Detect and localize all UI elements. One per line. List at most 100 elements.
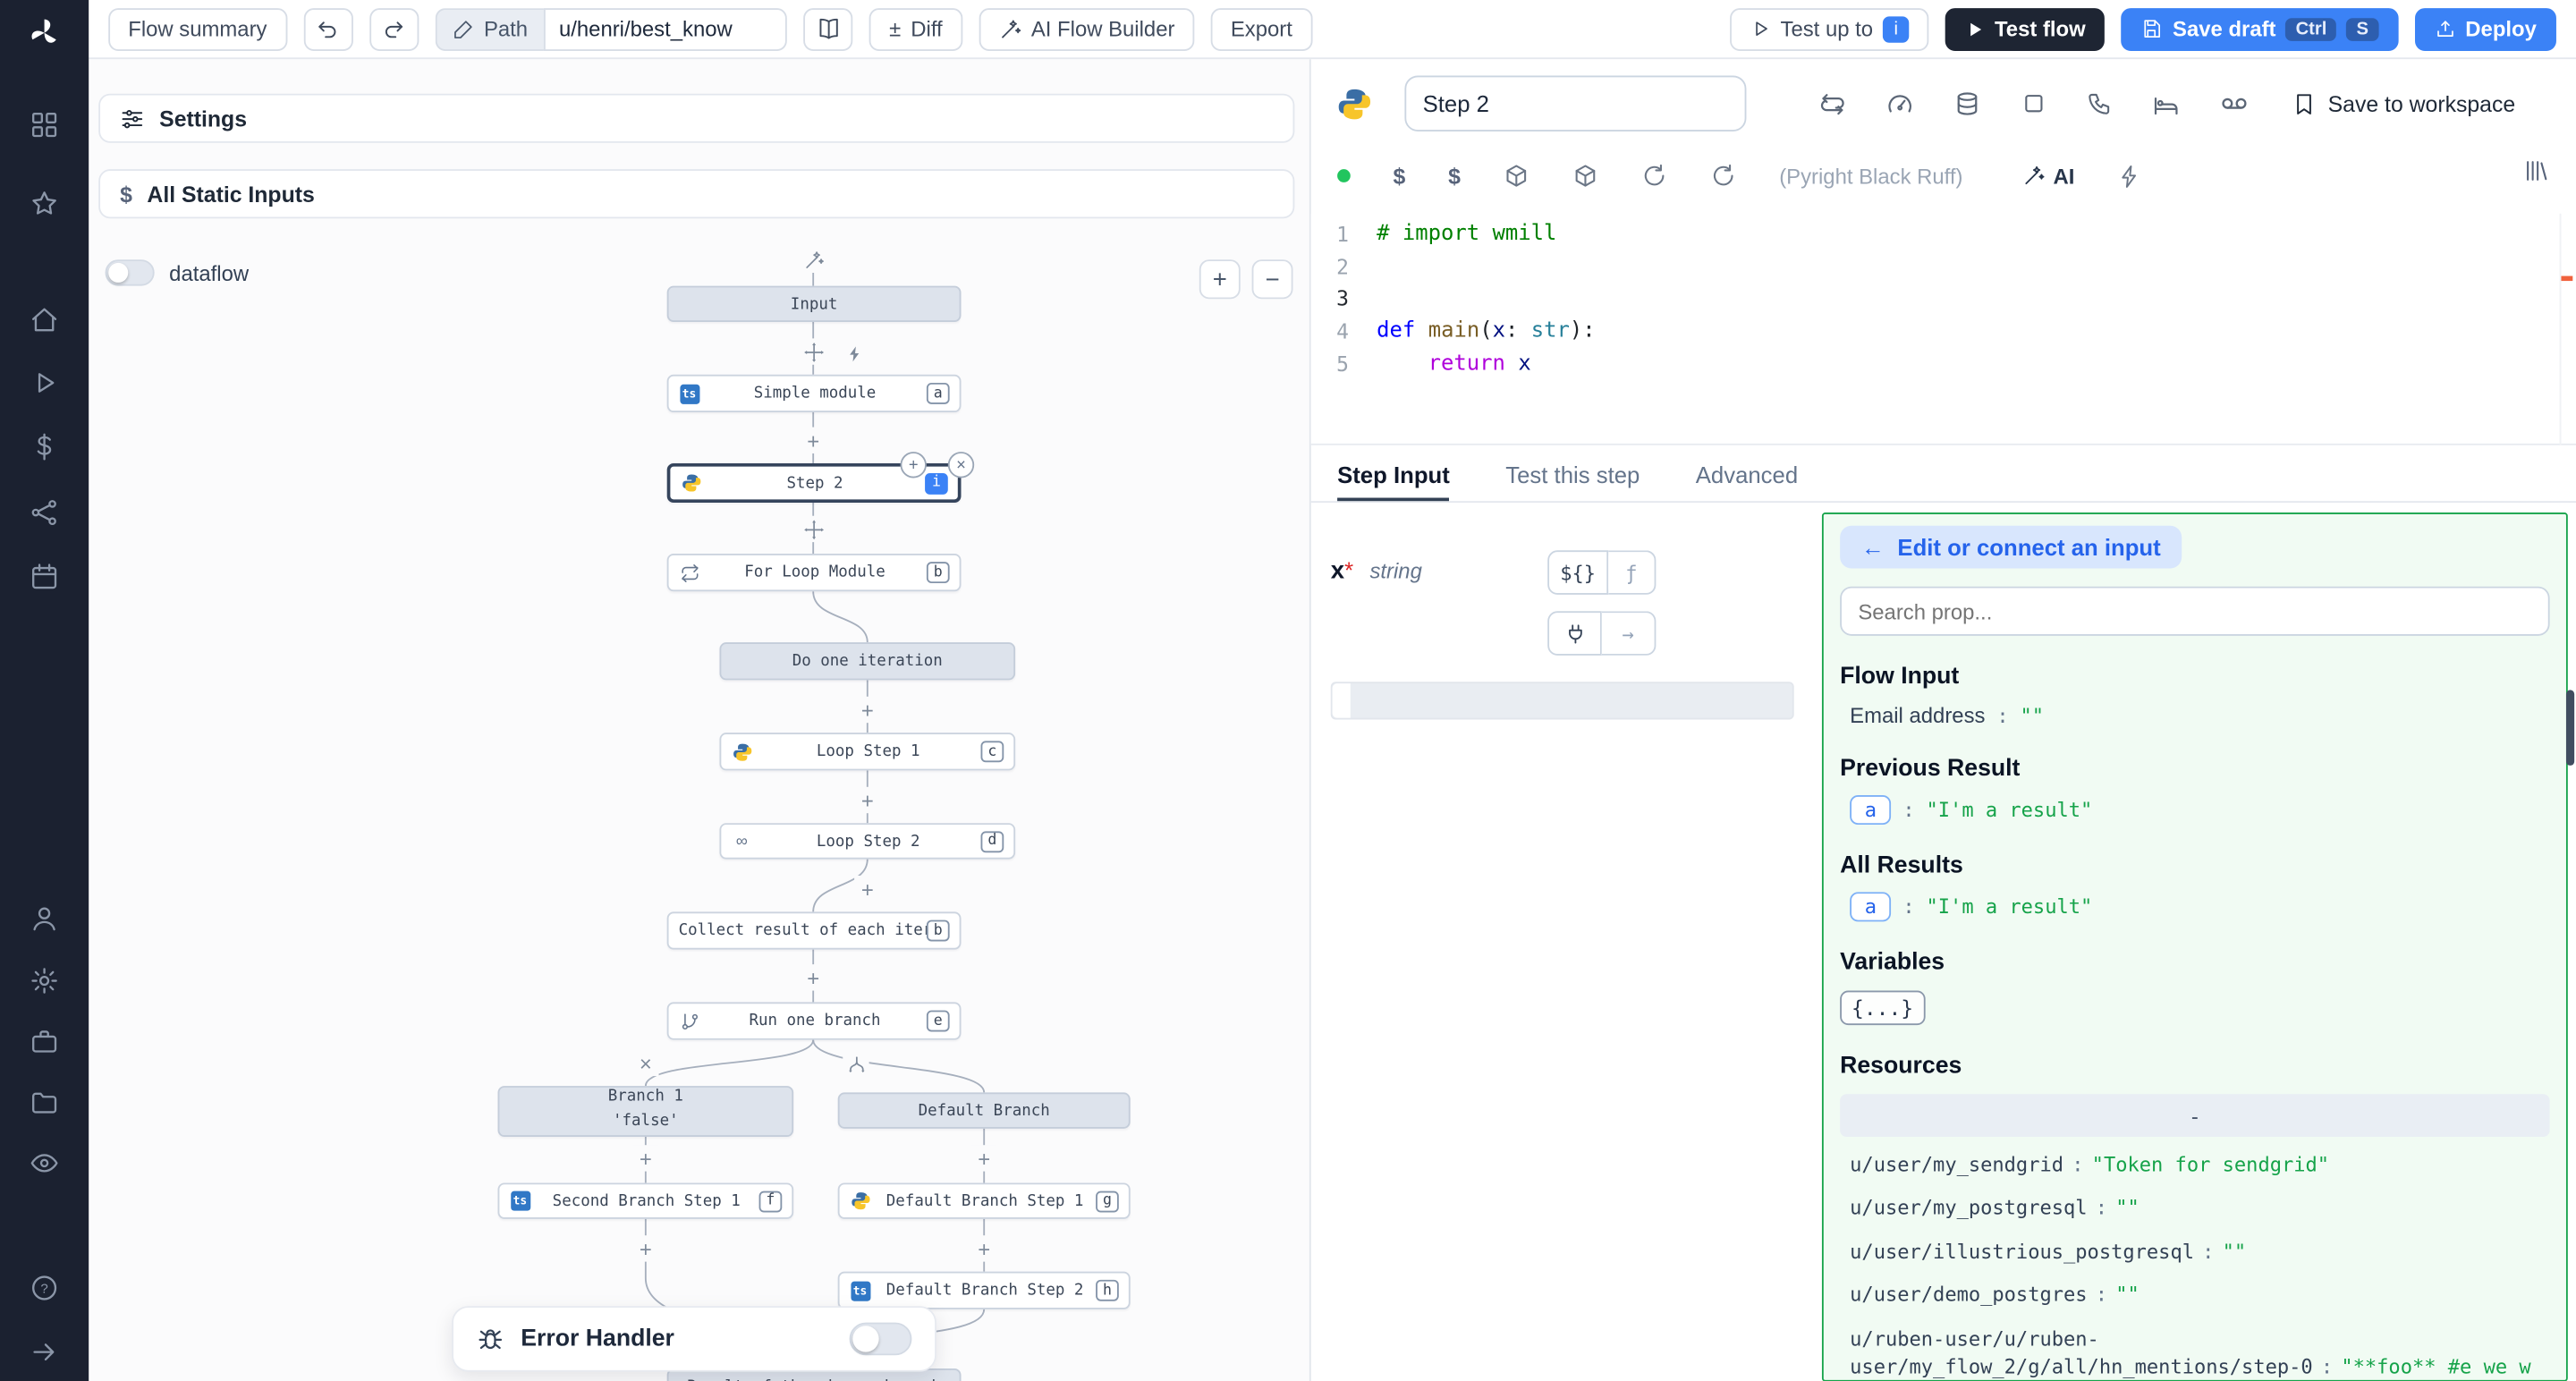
workers-toolbox-icon[interactable]	[0, 1019, 89, 1064]
bolt-icon[interactable]	[2117, 164, 2142, 189]
edit-or-connect-button[interactable]: ← Edit or connect an input	[1840, 526, 2182, 569]
add-step-icon[interactable]: +	[632, 1235, 658, 1261]
flow-node-default-branch-step-2[interactable]: ts Default Branch Step 2 h	[838, 1272, 1131, 1309]
static-input-editor[interactable]	[1331, 682, 1794, 719]
package-icon[interactable]	[1504, 163, 1530, 189]
add-step-icon[interactable]: +	[800, 428, 826, 453]
resource-type-select[interactable]: -	[1840, 1094, 2549, 1137]
path-button[interactable]: Path	[435, 7, 545, 50]
step-id-chip[interactable]: a	[1850, 892, 1891, 921]
step-name-input[interactable]	[1404, 75, 1746, 131]
node-add-button[interactable]: +	[901, 452, 927, 478]
flow-node-for-loop[interactable]: For Loop Module b	[667, 554, 962, 591]
expression-mode-button[interactable]: ${}	[1547, 550, 1608, 595]
remove-branch-icon[interactable]: ×	[632, 1050, 658, 1076]
add-step-icon[interactable]: +	[971, 1235, 997, 1261]
code-editor[interactable]: 1 # import wmill 2 3 4 def main(x: str):…	[1311, 214, 2576, 445]
collapse-arrow-icon[interactable]	[0, 1329, 89, 1375]
undo-button[interactable]	[303, 7, 352, 50]
flow-node-default-branch-step-1[interactable]: Default Branch Step 1 g	[838, 1182, 1131, 1218]
add-step-icon[interactable]: +	[854, 787, 880, 813]
cache-database-icon[interactable]	[1953, 89, 1981, 117]
apps-grid-icon[interactable]	[0, 102, 89, 148]
audit-eye-icon[interactable]	[0, 1140, 89, 1186]
dataflow-toggle[interactable]	[106, 259, 155, 285]
reload-icon[interactable]	[1710, 163, 1736, 189]
previous-result-row[interactable]: a : "I'm a result"	[1840, 795, 2549, 825]
restart-arrows-icon[interactable]	[1818, 89, 1846, 117]
settings-gear-icon[interactable]	[0, 958, 89, 1004]
ai-assistant-button[interactable]: AI	[2022, 164, 2075, 189]
docs-book-button[interactable]	[804, 7, 853, 50]
all-static-inputs-row[interactable]: $ All Static Inputs	[98, 169, 1294, 218]
path-input[interactable]	[544, 7, 787, 50]
all-results-row[interactable]: a : "I'm a result"	[1840, 892, 2549, 921]
step-id-chip[interactable]: a	[1850, 795, 1891, 825]
resource-row[interactable]: u/ruben-user/u/ruben-user/my_flow_2/g/al…	[1840, 1325, 2549, 1381]
redo-button[interactable]	[369, 7, 418, 50]
zoom-in-button[interactable]: +	[1199, 259, 1241, 299]
add-step-icon[interactable]: +	[854, 876, 880, 902]
help-icon[interactable]: ?	[0, 1265, 89, 1310]
flow-settings-row[interactable]: Settings	[98, 94, 1294, 143]
favorites-star-icon[interactable]	[0, 181, 89, 226]
early-stop-square-icon[interactable]	[2021, 90, 2046, 116]
flow-input-row[interactable]: Email address : ""	[1840, 703, 2549, 728]
export-button[interactable]: Export	[1211, 7, 1312, 50]
resources-hub-icon[interactable]	[0, 489, 89, 535]
resource-row[interactable]: u/user/illustrious_postgresql:""	[1840, 1238, 2549, 1267]
add-step-icon[interactable]: +	[800, 964, 826, 990]
insert-target-icon[interactable]	[800, 516, 826, 542]
insert-target-icon[interactable]	[800, 338, 826, 364]
ai-flow-builder-button[interactable]: AI Flow Builder	[979, 7, 1194, 50]
prop-search-input[interactable]	[1840, 587, 2549, 636]
gauge-icon[interactable]	[1886, 89, 1914, 117]
flow-node-do-one-iteration[interactable]: Do one iteration	[719, 642, 1015, 680]
apply-arrow-button[interactable]: →	[1602, 611, 1657, 656]
users-icon[interactable]	[0, 895, 89, 941]
folders-icon[interactable]	[0, 1080, 89, 1125]
add-step-icon[interactable]: +	[854, 697, 880, 723]
node-delete-button[interactable]: ×	[948, 452, 974, 478]
home-icon[interactable]	[0, 297, 89, 343]
flow-node-input[interactable]: Input	[667, 286, 962, 322]
save-draft-button[interactable]: Save draft Ctrl S	[2122, 7, 2398, 50]
error-handler-toggle[interactable]	[850, 1323, 912, 1356]
windmill-logo-icon[interactable]	[0, 10, 89, 55]
dollar-icon[interactable]: $	[1448, 164, 1461, 189]
ai-wand-icon[interactable]	[800, 247, 826, 273]
flow-node-run-one-branch[interactable]: Run one branch e	[667, 1002, 962, 1039]
add-step-icon[interactable]: +	[971, 1145, 997, 1171]
library-panel-icon[interactable]	[2523, 157, 2549, 183]
variables-badge[interactable]: {...}	[1840, 991, 1925, 1026]
package-icon[interactable]	[1572, 163, 1598, 189]
tab-step-input[interactable]: Step Input	[1337, 452, 1450, 501]
panel-scrollbar[interactable]	[2566, 690, 2574, 765]
resource-row[interactable]: u/user/demo_postgres:""	[1840, 1282, 2549, 1310]
sleep-bed-icon[interactable]	[2152, 89, 2180, 117]
resource-row[interactable]: u/user/my_postgresql:""	[1840, 1195, 2549, 1224]
add-step-icon[interactable]: +	[632, 1145, 658, 1171]
flow-node-branch-1[interactable]: Branch 1 'false'	[498, 1086, 794, 1137]
resource-row[interactable]: u/user/my_sendgrid:"Token for sendgrid"	[1840, 1152, 2549, 1181]
tab-advanced[interactable]: Advanced	[1696, 452, 1798, 501]
variables-dollar-icon[interactable]	[0, 424, 89, 470]
schedules-calendar-icon[interactable]	[0, 554, 89, 599]
reload-icon[interactable]	[1641, 163, 1667, 189]
runs-play-icon[interactable]	[0, 360, 89, 405]
editor-scrollbar[interactable]	[2560, 214, 2576, 445]
save-to-workspace-button[interactable]: Save to workspace	[2292, 91, 2515, 116]
flow-summary-button[interactable]: Flow summary	[108, 7, 286, 50]
zoom-out-button[interactable]: −	[1252, 259, 1293, 299]
suspend-phone-icon[interactable]	[2087, 90, 2113, 116]
branch-split-icon[interactable]	[843, 1052, 869, 1078]
flow-node-simple-module[interactable]: ts Simple module a	[667, 375, 962, 412]
flow-node-default-branch[interactable]: Default Branch	[838, 1092, 1131, 1128]
dollar-icon[interactable]: $	[1394, 164, 1406, 189]
flow-node-loop-step-2[interactable]: ∞ Loop Step 2 d	[719, 823, 1015, 859]
flow-node-loop-step-1[interactable]: Loop Step 1 c	[719, 733, 1015, 770]
deploy-button[interactable]: Deploy	[2414, 7, 2556, 50]
plug-icon-button[interactable]	[1547, 611, 1602, 656]
test-up-to-button[interactable]: Test up to i	[1730, 7, 1929, 50]
voicemail-icon[interactable]	[2219, 89, 2249, 118]
